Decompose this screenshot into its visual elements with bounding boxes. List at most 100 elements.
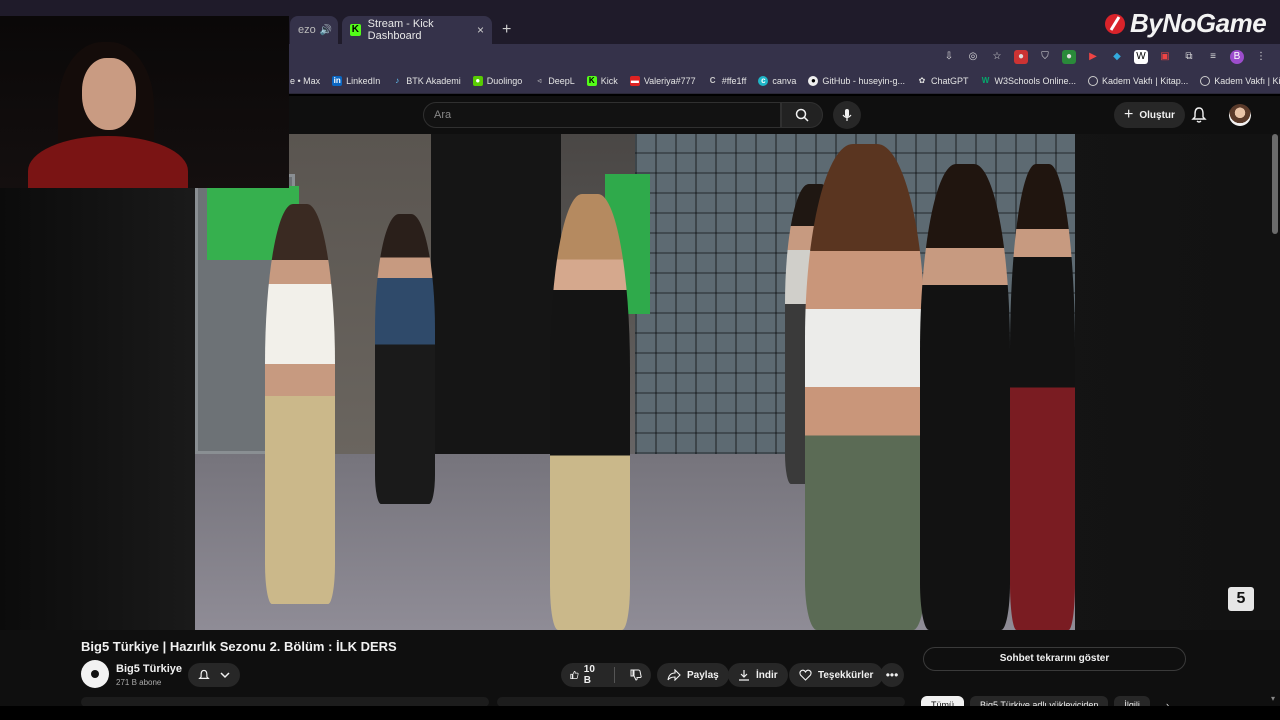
chatgpt-icon: ✿ — [918, 76, 926, 85]
bottom-letterbox — [0, 706, 1280, 720]
bookmark-item[interactable]: c canva — [758, 76, 796, 86]
channel-name[interactable]: Big5 Türkiye — [116, 663, 182, 675]
scroll-down-arrow-icon[interactable]: ▾ — [1271, 694, 1275, 703]
bookmark-item[interactable]: ♪ BTK Akademi — [392, 76, 461, 86]
extension-red-icon[interactable]: ● — [1014, 50, 1028, 64]
more-icon: ••• — [885, 668, 899, 682]
profile-avatar[interactable]: B — [1230, 50, 1244, 64]
dancer-2 — [375, 214, 435, 504]
bookmark-item[interactable]: ● GitHub - huseyin-g... — [808, 76, 905, 86]
bookmark-item[interactable]: C #ffe1ff — [708, 76, 747, 86]
bell-icon — [198, 669, 210, 679]
close-tab-icon[interactable]: × — [477, 23, 484, 37]
page-scrollbar[interactable] — [1272, 134, 1278, 234]
dancer-6 — [920, 164, 1010, 630]
bookmark-item[interactable]: in LinkedIn — [332, 76, 380, 86]
share-button[interactable]: Paylaş — [657, 663, 729, 687]
dancer-1 — [265, 204, 335, 604]
search-icon — [795, 108, 809, 122]
download-button[interactable]: İndir — [728, 663, 788, 687]
subscription-bell-button[interactable] — [188, 663, 240, 687]
like-count: 10 B — [583, 664, 595, 686]
media-icon[interactable]: ≡ — [1206, 50, 1220, 64]
kebab-menu-icon[interactable]: ⋮ — [1254, 50, 1268, 64]
btk-icon: ♪ — [395, 76, 400, 85]
video-curtain — [431, 134, 561, 464]
bookmark-item[interactable]: ● Duolingo — [472, 76, 523, 86]
bookmark-label: DeepL — [548, 76, 575, 86]
extension-yellow-icon[interactable]: W — [1134, 50, 1148, 64]
bookmark-label: BTK Akademi — [406, 76, 461, 86]
extension-pink-icon[interactable]: ▶ — [1086, 50, 1100, 64]
bynogame-logo: ByNoGame — [1104, 8, 1267, 39]
channel-watermark[interactable]: 5 — [1228, 587, 1254, 611]
microphone-icon — [842, 109, 852, 121]
bookmark-item[interactable]: ◃ DeepL — [534, 76, 575, 86]
share-icon — [667, 669, 681, 681]
bookmark-item[interactable]: e • Max — [290, 76, 320, 86]
bookmark-label: Duolingo — [486, 76, 523, 86]
like-button[interactable]: 10 B — [561, 663, 608, 687]
search-button[interactable] — [781, 102, 823, 128]
extension-badge-icon[interactable]: ▣ — [1158, 50, 1172, 64]
bookmark-label: W3Schools Online... — [994, 76, 1077, 86]
dislike-button[interactable] — [621, 663, 651, 687]
search-input[interactable]: Ara — [423, 102, 781, 128]
bookmark-item[interactable]: K Kick — [586, 76, 618, 86]
star-icon[interactable]: ☆ — [990, 50, 1004, 64]
thanks-button[interactable]: Teşekkürler — [789, 663, 884, 687]
bookmark-label: Kadem Vakfı | Kitap... — [1102, 76, 1189, 86]
bookmark-item[interactable]: Kadem Vakfı | Kitap... — [1200, 76, 1280, 86]
bynogame-mark-icon — [1105, 13, 1125, 34]
puzzle-icon[interactable]: ⧉ — [1182, 50, 1196, 64]
install-icon[interactable]: ⇩ — [942, 50, 956, 64]
webcam-face — [82, 58, 136, 130]
bookmark-list: e • Max in LinkedIn ♪ BTK Akademi ● Duoling… — [290, 76, 1280, 86]
extension-blue-icon[interactable]: ◆ — [1110, 50, 1124, 64]
tab-partial[interactable]: ezo 🔊 — [290, 16, 338, 44]
eye-off-icon[interactable]: ◎ — [966, 50, 980, 64]
speaker-icon[interactable]: 🔊 — [320, 25, 332, 36]
bookmark-item[interactable]: ✿ ChatGPT — [917, 76, 969, 86]
thanks-label: Teşekkürler — [818, 669, 874, 681]
w3schools-icon: W — [981, 76, 990, 85]
video-title: Big5 Türkiye | Hazırlık Sezonu 2. Bölüm … — [81, 639, 397, 654]
tab-partial-title: ezo — [298, 24, 316, 36]
voice-search-button[interactable] — [833, 101, 861, 129]
shield-icon[interactable]: ⛉ — [1038, 50, 1052, 64]
channel-avatar[interactable] — [81, 660, 109, 688]
more-actions-button[interactable]: ••• — [880, 663, 904, 687]
duolingo-icon: ● — [472, 76, 483, 86]
webcam-overlay — [0, 16, 289, 188]
globe-icon — [1200, 76, 1211, 86]
webcam-body — [28, 136, 188, 188]
tab-kick-dashboard[interactable]: K Stream - Kick Dashboard × — [342, 16, 492, 44]
bookmark-label: canva — [772, 76, 797, 86]
create-label: Oluştur — [1139, 109, 1175, 121]
bookmark-label: Kadem Vakfı | Kitap... — [1214, 76, 1280, 86]
thumbs-down-icon — [630, 669, 642, 681]
bookmark-item[interactable]: Kadem Vakfı | Kitap... — [1088, 76, 1188, 86]
subscriber-count: 271 B abone — [116, 678, 162, 687]
bookmark-label: Valeriya#777 — [643, 76, 696, 86]
download-icon — [739, 670, 749, 681]
like-dislike-group: 10 B — [561, 663, 651, 687]
notifications-button[interactable] — [1191, 106, 1207, 129]
color-icon: C — [709, 76, 716, 85]
create-button[interactable]: + Oluştur — [1114, 102, 1185, 128]
account-avatar[interactable] — [1229, 104, 1251, 126]
download-label: İndir — [756, 669, 778, 681]
bell-icon — [1191, 107, 1207, 123]
show-chat-replay-button[interactable]: Sohbet tekrarını göster — [923, 647, 1186, 671]
extension-green-icon[interactable]: ● — [1062, 50, 1076, 64]
bookmark-label: Kick — [600, 76, 618, 86]
bookmark-label: ChatGPT — [930, 76, 969, 86]
bookmark-item[interactable]: ▬ Valeriya#777 — [629, 76, 696, 86]
kick-icon: K — [350, 24, 361, 36]
bookmark-item[interactable]: W W3Schools Online... — [980, 76, 1076, 86]
video-player[interactable] — [195, 134, 1075, 630]
bookmark-label: LinkedIn — [346, 76, 381, 86]
new-tab-button[interactable]: + — [502, 21, 511, 39]
tab-strip: ezo 🔊 K Stream - Kick Dashboard × + — [290, 16, 511, 44]
dancer-7 — [1010, 164, 1075, 630]
